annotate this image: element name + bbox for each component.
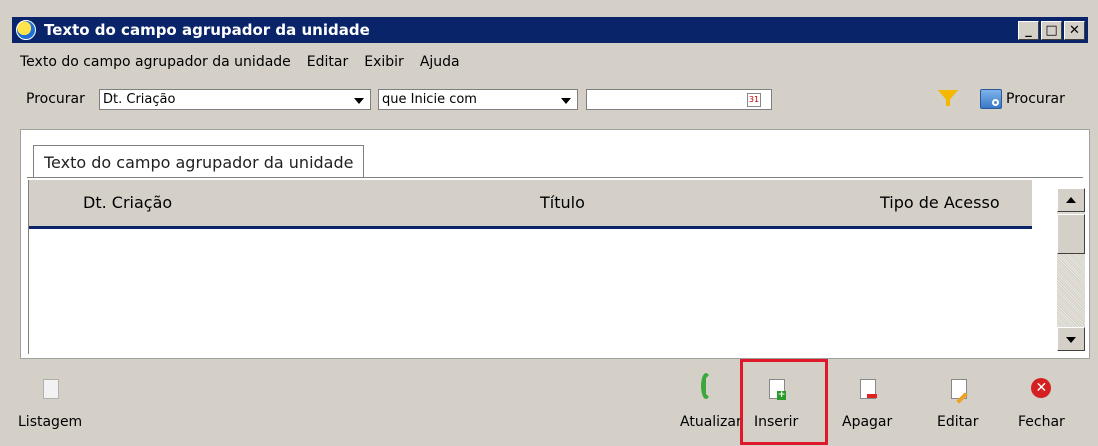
search-label: Procurar [26, 91, 85, 107]
title-bar: Texto do campo agrupador da unidade _ □ … [12, 17, 1088, 43]
highlight-box [740, 359, 828, 445]
window-title: Texto do campo agrupador da unidade [44, 21, 370, 39]
menu-item-exibir[interactable]: Exibir [364, 54, 404, 70]
window-controls: _ □ ✕ [1018, 20, 1085, 40]
maximize-button[interactable]: □ [1041, 20, 1062, 40]
close-window-button[interactable]: ✕ [1064, 20, 1085, 40]
tab-texto-campo[interactable]: Texto do campo agrupador da unidade [33, 145, 365, 178]
atualizar-button[interactable]: Atualizar [680, 373, 742, 430]
tab-label: Texto do campo agrupador da unidade [44, 152, 354, 172]
main-panel: Texto do campo agrupador da unidade Dt. … [20, 129, 1090, 359]
tab-divider [27, 177, 1083, 178]
column-header-dt-criacao[interactable]: Dt. Criação [83, 193, 172, 212]
scroll-thumb[interactable] [1057, 214, 1085, 254]
apagar-label: Apagar [842, 414, 893, 430]
vertical-scrollbar[interactable] [1057, 188, 1085, 351]
search-value-input[interactable]: 31 [586, 89, 772, 110]
operator-select-value: que Inicie com [382, 92, 477, 107]
search-button[interactable]: Procurar [980, 89, 1065, 109]
app-icon [16, 20, 36, 40]
refresh-icon [700, 373, 721, 400]
search-button-label: Procurar [1006, 91, 1065, 107]
menu-item-editar[interactable]: Editar [307, 54, 348, 70]
filter-icon-stem [946, 99, 950, 106]
search-icon [980, 89, 1002, 109]
field-select[interactable]: Dt. Criação [99, 89, 371, 110]
grid-header: Dt. Criação Título Tipo de Acesso [29, 180, 1032, 229]
listagem-button[interactable]: Listagem [18, 378, 82, 430]
menu-bar: Texto do campo agrupador da unidade Edit… [20, 54, 460, 70]
scroll-down-button[interactable] [1057, 327, 1085, 351]
atualizar-label: Atualizar [680, 414, 742, 430]
chevron-down-icon[interactable] [354, 98, 364, 104]
fechar-label: Fechar [1018, 414, 1065, 430]
arrow-down-icon [1066, 337, 1076, 343]
delete-document-icon [857, 378, 878, 400]
column-header-titulo[interactable]: Título [540, 193, 585, 212]
document-icon [40, 378, 60, 400]
data-grid: Dt. Criação Título Tipo de Acesso [28, 180, 1032, 354]
field-select-value: Dt. Criação [103, 92, 176, 107]
menu-item-texto[interactable]: Texto do campo agrupador da unidade [20, 54, 291, 70]
operator-select[interactable]: que Inicie com [378, 89, 578, 110]
fechar-button[interactable]: ✕ Fechar [1018, 378, 1065, 430]
grid-body [29, 229, 1032, 354]
bottom-toolbar: Listagem Atualizar + Inserir Apagar Edit… [12, 360, 1088, 446]
calendar-icon[interactable]: 31 [747, 93, 761, 107]
close-icon: ✕ [1031, 378, 1052, 400]
column-header-tipo-acesso[interactable]: Tipo de Acesso [880, 193, 1000, 212]
apagar-button[interactable]: Apagar [842, 378, 892, 430]
minimize-button[interactable]: _ [1018, 20, 1039, 40]
scroll-up-button[interactable] [1057, 188, 1085, 212]
arrow-up-icon [1066, 197, 1076, 203]
search-row: Procurar Dt. Criação que Inicie com 31 P… [20, 87, 1090, 113]
edit-document-icon [948, 378, 968, 404]
editar-button[interactable]: Editar [937, 378, 978, 430]
menu-item-ajuda[interactable]: Ajuda [420, 54, 460, 70]
chevron-down-icon[interactable] [561, 98, 571, 104]
editar-label: Editar [937, 414, 979, 430]
listagem-label: Listagem [18, 414, 83, 430]
